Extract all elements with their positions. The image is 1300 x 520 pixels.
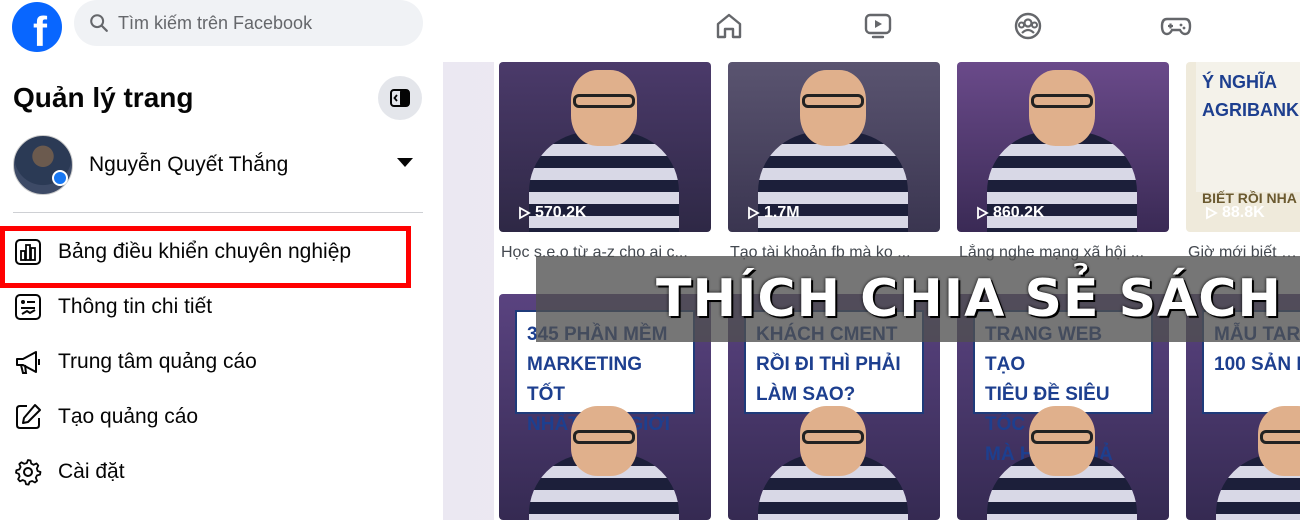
insights-icon: [12, 291, 44, 323]
overlay-banner: THÍCH CHIA SẺ SÁCH & C: [536, 256, 1300, 342]
profile-switcher[interactable]: Nguyễn Quyết Thắng: [13, 134, 423, 196]
gear-icon: [12, 456, 44, 488]
red-highlight-box: [0, 226, 411, 288]
facebook-logo-letter: f: [33, 8, 47, 55]
menu-item-ad-center[interactable]: Trung tâm quảng cáo: [12, 340, 412, 384]
video-icon[interactable]: [860, 8, 896, 44]
gaming-icon[interactable]: [1158, 8, 1194, 44]
menu-item-create-ad[interactable]: Tạo quảng cáo: [12, 395, 412, 439]
megaphone-icon: [12, 346, 44, 378]
edit-icon: [12, 401, 44, 433]
toggle-sidebar-button[interactable]: [378, 76, 422, 120]
caret-down-icon: [397, 158, 413, 167]
top-navigation-bar: f: [0, 0, 1300, 56]
menu-item-settings[interactable]: Cài đặt: [12, 450, 412, 494]
search-box[interactable]: [74, 0, 423, 46]
menu-item-insights[interactable]: Thông tin chi tiết: [12, 285, 412, 329]
avatar: [13, 135, 73, 195]
sidebar-toggle-icon: [390, 89, 410, 107]
profile-name: Nguyễn Quyết Thắng: [89, 153, 289, 176]
sidebar-title: Quản lý trang: [13, 82, 194, 113]
search-icon: [90, 14, 108, 32]
page-management-sidebar: Quản lý trang Nguyễn Quyết Thắng Bảng đi…: [0, 62, 443, 520]
home-icon[interactable]: [711, 8, 747, 44]
divider: [13, 212, 423, 213]
groups-icon[interactable]: [1010, 8, 1046, 44]
facebook-logo[interactable]: f: [12, 2, 62, 55]
page-content-area: 570.2K Học s.e.o từ a-z cho ai c... 1.7M…: [443, 62, 1300, 520]
banner-text: THÍCH CHIA SẺ SÁCH & C: [656, 269, 1300, 329]
menu-item-label: Cài đặt: [58, 460, 125, 483]
menu-item-label: Thông tin chi tiết: [58, 295, 213, 318]
search-input[interactable]: [118, 12, 398, 34]
menu-item-label: Trung tâm quảng cáo: [58, 350, 257, 373]
menu-item-label: Tạo quảng cáo: [58, 405, 199, 428]
